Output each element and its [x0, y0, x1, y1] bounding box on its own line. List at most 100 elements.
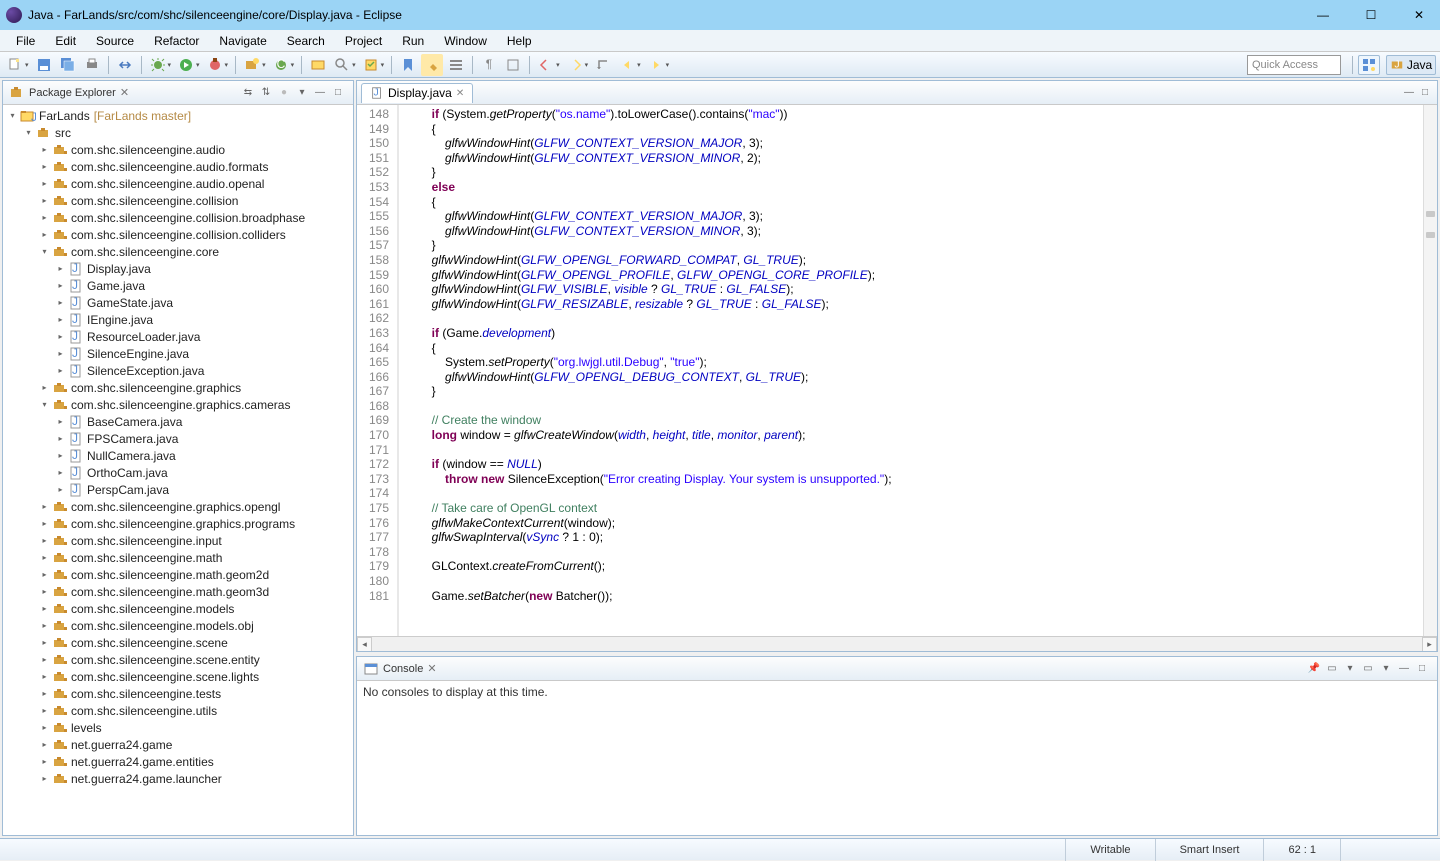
- tree-item[interactable]: ▸net.guerra24.game.entities: [3, 753, 353, 770]
- quick-access-input[interactable]: Quick Access: [1247, 55, 1341, 75]
- twisty-icon[interactable]: ▸: [55, 450, 66, 461]
- code-line[interactable]: glfwWindowHint(GLFW_VISIBLE, visible ? G…: [405, 282, 1417, 297]
- tree-item[interactable]: ▸JBaseCamera.java: [3, 413, 353, 430]
- code-line[interactable]: [405, 399, 1417, 414]
- minimize-view-button[interactable]: —: [1395, 660, 1413, 678]
- dropdown-arrow-icon[interactable]: ▾: [352, 61, 356, 69]
- editor-tab-display[interactable]: J Display.java ✕: [361, 83, 473, 103]
- tree-item[interactable]: ▸com.shc.silenceengine.audio: [3, 141, 353, 158]
- twisty-icon[interactable]: ▸: [39, 178, 50, 189]
- twisty-icon[interactable]: ▾: [39, 399, 50, 410]
- code-line[interactable]: Game.setBatcher(new Batcher());: [405, 589, 1417, 604]
- tree-item[interactable]: ▸JResourceLoader.java: [3, 328, 353, 345]
- twisty-icon[interactable]: ▸: [39, 654, 50, 665]
- code-line[interactable]: [405, 545, 1417, 560]
- twisty-icon[interactable]: ▸: [39, 535, 50, 546]
- menu-project[interactable]: Project: [337, 32, 390, 50]
- new-button[interactable]: [4, 54, 26, 76]
- back-button[interactable]: [616, 54, 638, 76]
- code-line[interactable]: glfwMakeContextCurrent(window);: [405, 516, 1417, 531]
- twisty-icon[interactable]: ▾: [39, 246, 50, 257]
- code-line[interactable]: if (Game.development): [405, 326, 1417, 341]
- tree-item[interactable]: ▸com.shc.silenceengine.utils: [3, 702, 353, 719]
- external-tools-button[interactable]: [204, 54, 226, 76]
- twisty-icon[interactable]: ▸: [39, 501, 50, 512]
- code-line[interactable]: else: [405, 180, 1417, 195]
- twisty-icon[interactable]: ▸: [39, 688, 50, 699]
- code-line[interactable]: glfwWindowHint(GLFW_OPENGL_PROFILE, GLFW…: [405, 268, 1417, 283]
- tree-item[interactable]: ▸com.shc.silenceengine.graphics.opengl: [3, 498, 353, 515]
- twisty-icon[interactable]: ▸: [39, 773, 50, 784]
- code-line[interactable]: {: [405, 195, 1417, 210]
- dropdown-arrow-icon[interactable]: ▾: [196, 61, 200, 69]
- java-perspective-button[interactable]: JJava: [1386, 55, 1436, 75]
- twisty-icon[interactable]: ▸: [39, 756, 50, 767]
- tree-item[interactable]: ▸JIEngine.java: [3, 311, 353, 328]
- maximize-view-button[interactable]: □: [1413, 660, 1431, 678]
- tree-item[interactable]: ▸JFPSCamera.java: [3, 430, 353, 447]
- forward-button[interactable]: [645, 54, 667, 76]
- twisty-icon[interactable]: ▸: [39, 637, 50, 648]
- new-class-button[interactable]: C: [270, 54, 292, 76]
- twisty-icon[interactable]: ▸: [55, 484, 66, 495]
- code-line[interactable]: }: [405, 238, 1417, 253]
- code-line[interactable]: throw new SilenceException("Error creati…: [405, 472, 1417, 487]
- tree-item[interactable]: ▸JGame.java: [3, 277, 353, 294]
- code-line[interactable]: glfwWindowHint(GLFW_CONTEXT_VERSION_MAJO…: [405, 136, 1417, 151]
- link-button[interactable]: [114, 54, 136, 76]
- tree-item[interactable]: ▾src: [3, 124, 353, 141]
- twisty-icon[interactable]: ▸: [55, 365, 66, 376]
- code-line[interactable]: {: [405, 341, 1417, 356]
- code-line[interactable]: [405, 574, 1417, 589]
- print-button[interactable]: [81, 54, 103, 76]
- twisty-icon[interactable]: ▸: [39, 705, 50, 716]
- toggle-breadcrumb-button[interactable]: [445, 54, 467, 76]
- maximize-editor-button[interactable]: □: [1417, 85, 1433, 101]
- twisty-icon[interactable]: ▸: [39, 671, 50, 682]
- collapse-all-button[interactable]: ⇆: [239, 84, 257, 102]
- twisty-icon[interactable]: ▾: [23, 127, 34, 138]
- tree-item[interactable]: ▸com.shc.silenceengine.collision: [3, 192, 353, 209]
- twisty-icon[interactable]: ▸: [55, 280, 66, 291]
- code-line[interactable]: // Take care of OpenGL context: [405, 501, 1417, 516]
- annotation-next-button[interactable]: [564, 54, 586, 76]
- twisty-icon[interactable]: ▸: [55, 416, 66, 427]
- tree-item[interactable]: ▸JDisplay.java: [3, 260, 353, 277]
- code-line[interactable]: glfwWindowHint(GLFW_OPENGL_DEBUG_CONTEXT…: [405, 370, 1417, 385]
- tree-item[interactable]: ▸com.shc.silenceengine.models.obj: [3, 617, 353, 634]
- show-whitespace-button[interactable]: ¶: [478, 54, 500, 76]
- tree-item[interactable]: ▸com.shc.silenceengine.graphics.programs: [3, 515, 353, 532]
- overview-ruler[interactable]: [1423, 105, 1437, 636]
- tree-item[interactable]: ▸com.shc.silenceengine.math: [3, 549, 353, 566]
- save-all-button[interactable]: [57, 54, 79, 76]
- dropdown-arrow-icon[interactable]: ▾: [666, 61, 670, 69]
- twisty-icon[interactable]: ▸: [39, 552, 50, 563]
- pin-console-button[interactable]: 📌: [1305, 660, 1323, 678]
- tree-item[interactable]: ▸JSilenceEngine.java: [3, 345, 353, 362]
- twisty-icon[interactable]: ▸: [39, 382, 50, 393]
- view-close-icon[interactable]: ✕: [427, 662, 436, 675]
- tree-item[interactable]: ▸com.shc.silenceengine.models: [3, 600, 353, 617]
- scroll-left-icon[interactable]: ◂: [357, 637, 372, 652]
- tree-item[interactable]: ▸com.shc.silenceengine.collision.broadph…: [3, 209, 353, 226]
- tree-item[interactable]: ▸JOrthoCam.java: [3, 464, 353, 481]
- tree-item[interactable]: ▸com.shc.silenceengine.audio.openal: [3, 175, 353, 192]
- code-line[interactable]: [405, 486, 1417, 501]
- minimize-view-button[interactable]: —: [311, 84, 329, 102]
- view-close-icon[interactable]: ✕: [120, 86, 129, 99]
- dropdown-arrow-icon[interactable]: ▾: [381, 61, 385, 69]
- dropdown-arrow-icon[interactable]: ▾: [291, 61, 295, 69]
- tree-item[interactable]: ▸com.shc.silenceengine.input: [3, 532, 353, 549]
- link-editor-button[interactable]: ⇅: [257, 84, 275, 102]
- code-line[interactable]: glfwWindowHint(GLFW_CONTEXT_VERSION_MAJO…: [405, 209, 1417, 224]
- focus-button[interactable]: ●: [275, 84, 293, 102]
- tree-item[interactable]: ▸net.guerra24.game: [3, 736, 353, 753]
- dropdown-arrow-icon[interactable]: ▾: [1341, 660, 1359, 678]
- run-button[interactable]: [175, 54, 197, 76]
- code-line[interactable]: glfwWindowHint(GLFW_CONTEXT_VERSION_MINO…: [405, 224, 1417, 239]
- menu-search[interactable]: Search: [279, 32, 333, 50]
- minimize-editor-button[interactable]: —: [1401, 85, 1417, 101]
- twisty-icon[interactable]: ▸: [39, 569, 50, 580]
- tree-item[interactable]: ▸com.shc.silenceengine.math.geom2d: [3, 566, 353, 583]
- open-perspective-button[interactable]: [1358, 55, 1380, 75]
